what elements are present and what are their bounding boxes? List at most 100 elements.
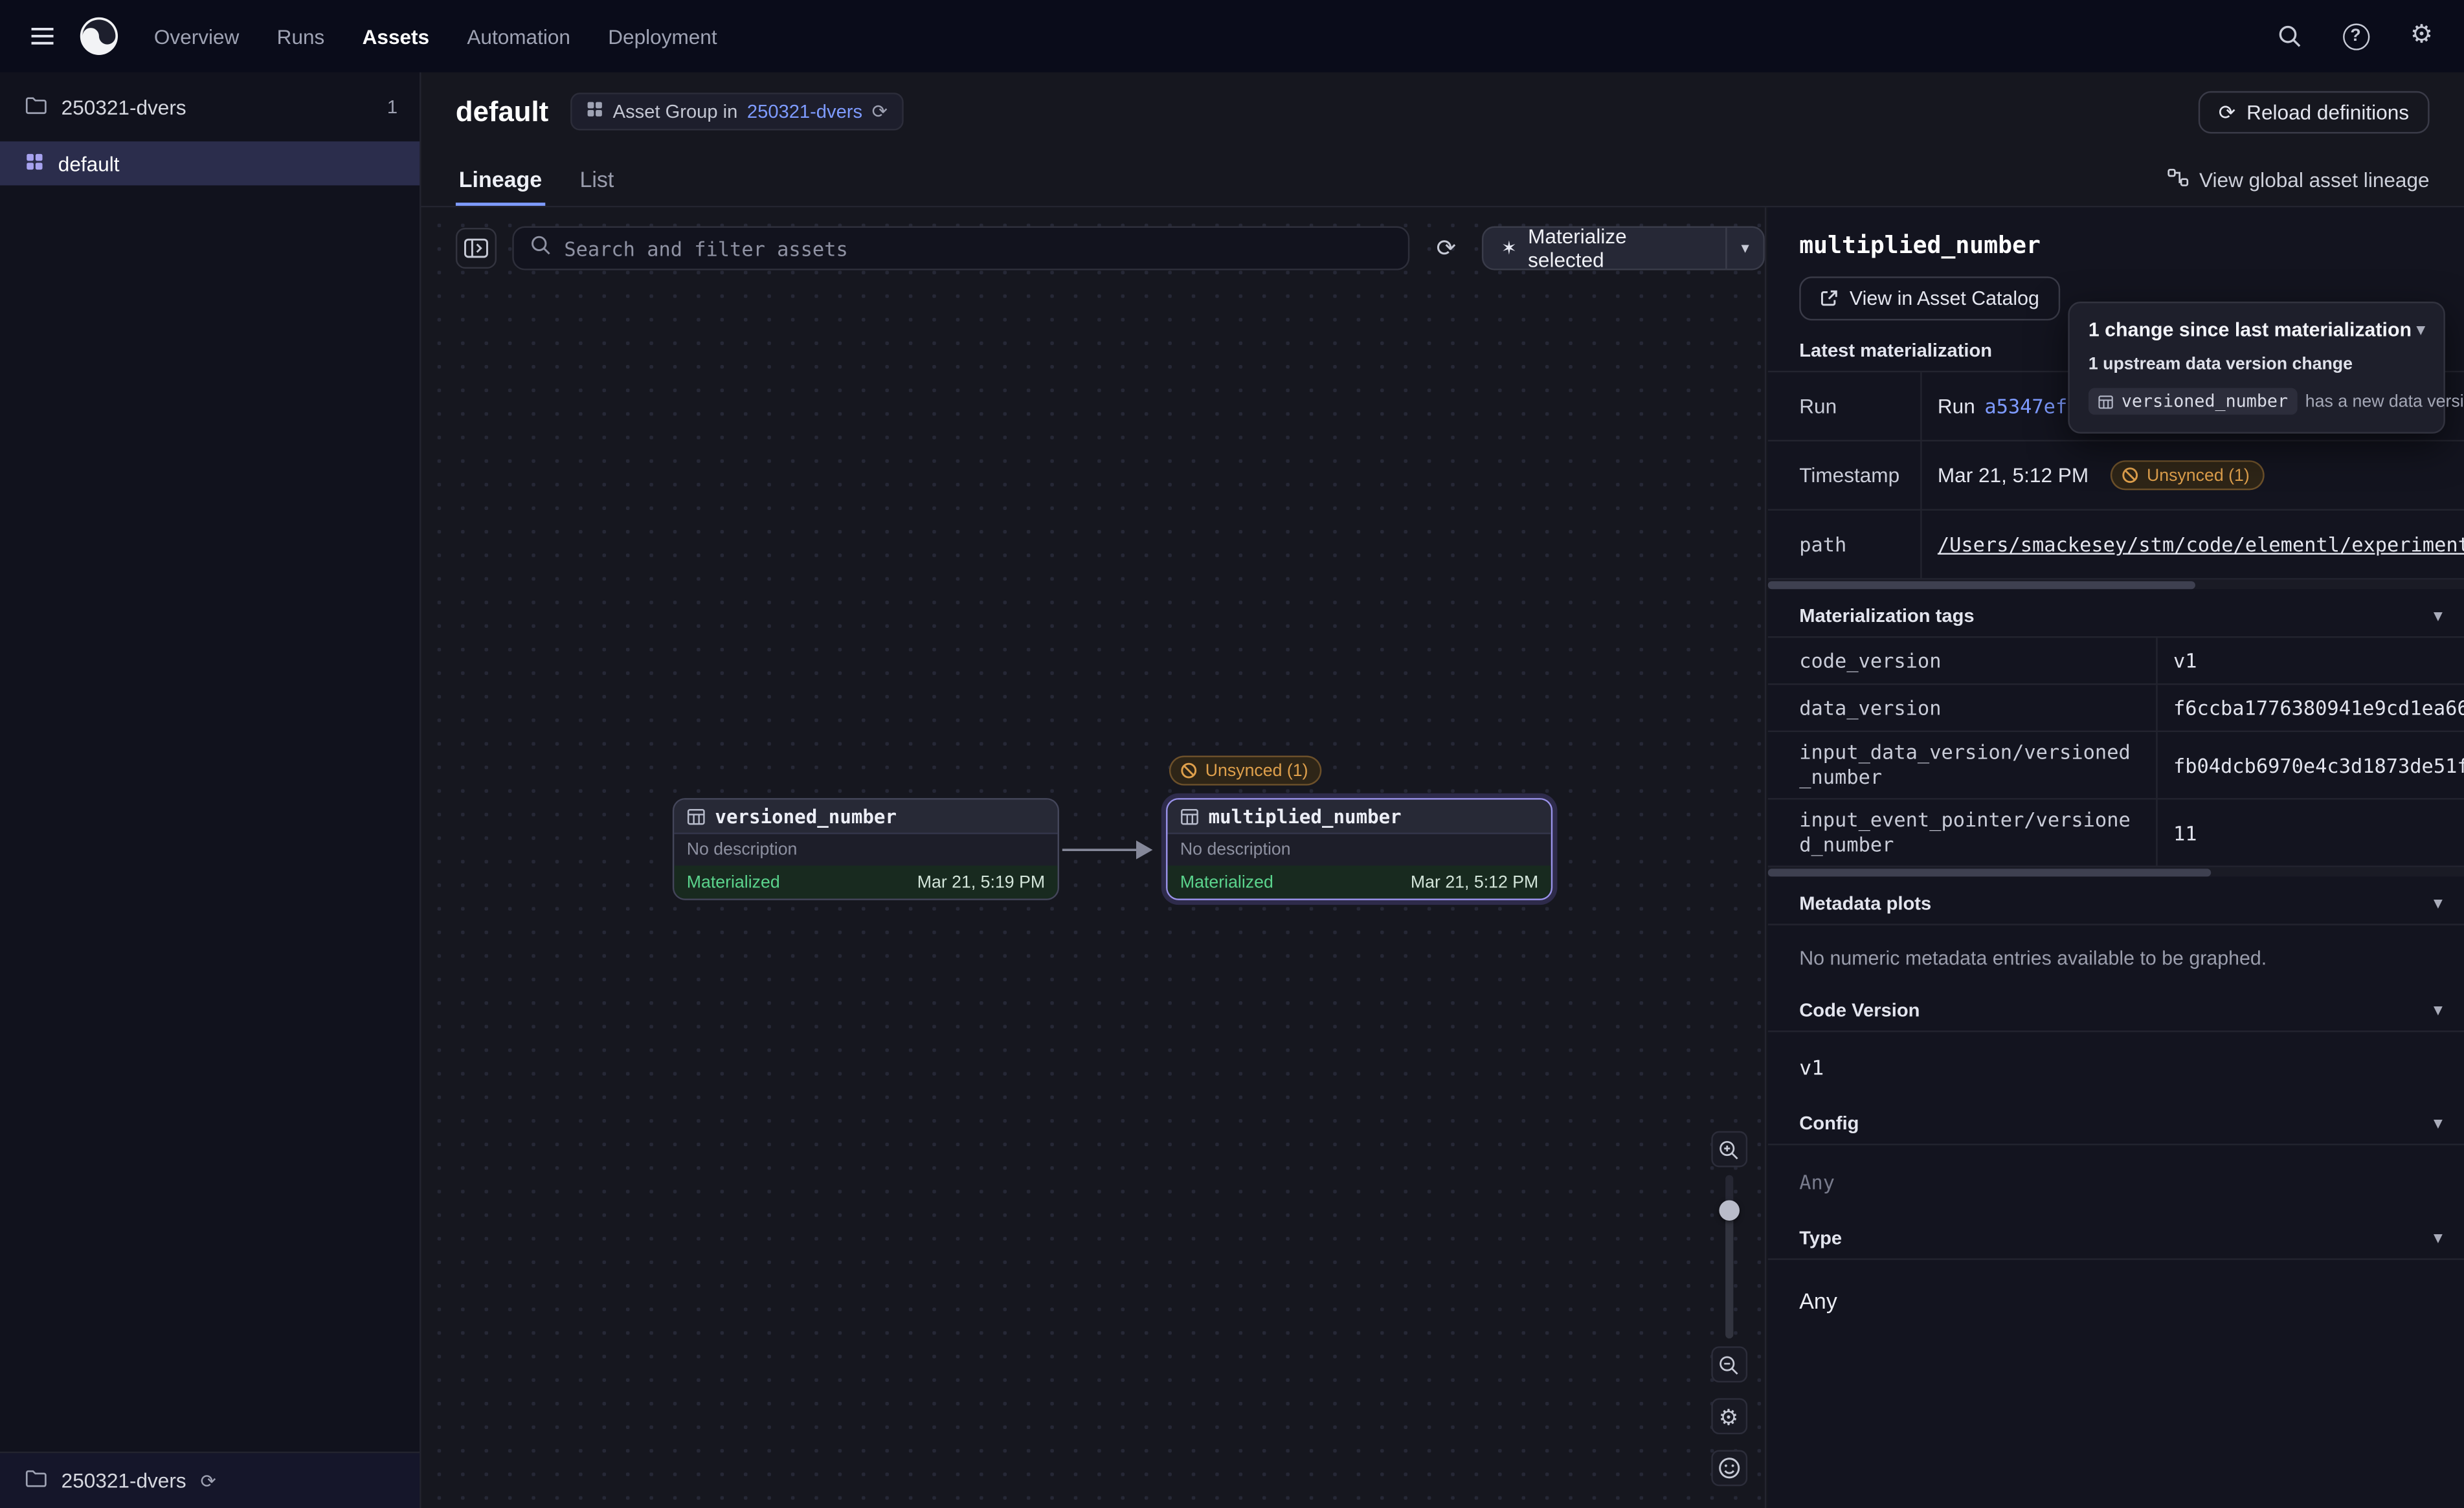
- section-config[interactable]: Config ▾: [1768, 1103, 2464, 1146]
- top-nav: Overview Runs Assets Automation Deployme…: [0, 0, 2464, 72]
- asset-chip-label: versioned_number: [2122, 391, 2288, 412]
- materialize-dropdown-caret[interactable]: ▾: [1725, 228, 1763, 269]
- materialized-status: Materialized: [1180, 872, 1273, 891]
- table-icon: [687, 806, 706, 825]
- tabs-row: Lineage List View global asset lineage: [421, 151, 2464, 207]
- section-heading: Latest materialization: [1799, 339, 1992, 361]
- asset-group-badge[interactable]: Asset Group in 250321-dvers ⟳: [570, 93, 903, 130]
- unsynced-badge[interactable]: Unsynced (1): [1169, 756, 1322, 786]
- materialize-selected-button[interactable]: ✶ Materialize selected ▾: [1483, 227, 1765, 271]
- asset-chip-versioned-number[interactable]: versioned_number: [2089, 388, 2298, 415]
- tab-list[interactable]: List: [577, 154, 618, 206]
- feedback-button[interactable]: [1710, 1450, 1747, 1486]
- sidebar-item-default[interactable]: default: [0, 141, 420, 185]
- nav-item-deployment[interactable]: Deployment: [608, 25, 717, 48]
- asset-group-icon: [586, 100, 603, 122]
- badge-group-link[interactable]: 250321-dvers: [747, 100, 862, 122]
- section-type[interactable]: Type ▾: [1768, 1217, 2464, 1260]
- page-title: default: [456, 95, 548, 128]
- primary-nav: Overview Runs Assets Automation Deployme…: [154, 25, 717, 48]
- nav-item-automation[interactable]: Automation: [467, 25, 570, 48]
- tab-lineage[interactable]: Lineage: [456, 154, 545, 206]
- refresh-graph-button[interactable]: ⟳: [1426, 228, 1466, 269]
- tag-key: data_version: [1768, 685, 2156, 730]
- asset-node-multiplied-number[interactable]: multiplied_number No description Materia…: [1166, 798, 1552, 900]
- section-heading: Config: [1799, 1113, 1859, 1135]
- zoom-out-button[interactable]: [1710, 1346, 1747, 1382]
- zoom-slider-handle[interactable]: [1718, 1200, 1739, 1221]
- view-global-asset-lineage-link[interactable]: View global asset lineage: [2166, 168, 2430, 206]
- unsynced-badge-label: Unsynced (1): [2147, 466, 2250, 485]
- zoom-out-icon: [1718, 1353, 1740, 1375]
- zoom-controls: ⚙: [1707, 1131, 1751, 1487]
- horizontal-scrollbar[interactable]: [1768, 867, 2464, 877]
- help-icon[interactable]: ?: [2335, 16, 2376, 56]
- tag-value: 11: [2156, 799, 2464, 865]
- reload-icon: ⟳: [2219, 102, 2235, 122]
- reload-definitions-button[interactable]: ⟳ Reload definitions: [2198, 91, 2429, 133]
- unsynced-badge[interactable]: Unsynced (1): [2111, 460, 2263, 490]
- scrollbar-thumb[interactable]: [1768, 868, 2211, 876]
- table-icon: [2098, 394, 2113, 409]
- section-materialization-tags[interactable]: Materialization tags ▾: [1768, 595, 2464, 638]
- materialization-tags-table: code_version v1 data_version f6ccba17763…: [1768, 638, 2464, 867]
- graph-settings-button[interactable]: ⚙: [1710, 1398, 1747, 1434]
- circle-slash-icon: [1180, 762, 1198, 779]
- gear-icon[interactable]: ⚙: [2401, 16, 2442, 56]
- asset-node-header: versioned_number: [674, 799, 1057, 834]
- section-metadata-plots[interactable]: Metadata plots ▾: [1768, 883, 2464, 926]
- nav-item-runs[interactable]: Runs: [277, 25, 325, 48]
- materialized-timestamp: Mar 21, 5:12 PM: [1411, 872, 1538, 891]
- zoom-in-button[interactable]: [1710, 1131, 1747, 1168]
- lineage-canvas[interactable]: ⟳ ✶ Materialize selected ▾ Unsynced (1) …: [421, 207, 1767, 1508]
- sidebar-footer-code-location[interactable]: 250321-dvers ⟳: [0, 1452, 420, 1508]
- reload-definitions-label: Reload definitions: [2246, 100, 2409, 123]
- chevron-down-icon: ▾: [2434, 1001, 2442, 1019]
- zoom-slider-fill: [1725, 1206, 1732, 1338]
- hamburger-icon[interactable]: [22, 16, 63, 56]
- panel-asset-title: multiplied_number: [1799, 232, 2464, 259]
- row-key: Run: [1768, 372, 1920, 439]
- folder-icon: [25, 1469, 47, 1492]
- zoom-slider[interactable]: [1710, 1175, 1747, 1338]
- horizontal-scrollbar[interactable]: [1768, 580, 2464, 590]
- asset-description: No description: [674, 834, 1057, 866]
- scrollbar-thumb[interactable]: [1768, 581, 2195, 588]
- code-version-value: v1: [1799, 1058, 2464, 1081]
- chevron-down-icon: ▾: [2434, 1114, 2442, 1132]
- config-value: Any: [1799, 1170, 2464, 1193]
- catalog-button-label: View in Asset Catalog: [1850, 287, 2039, 309]
- materialization-path-link[interactable]: /Users/smackesey/stm/code/elementl/exper…: [1938, 533, 2464, 556]
- app-window: Overview Runs Assets Automation Deployme…: [0, 0, 2464, 1508]
- code-location-label: 250321-dvers: [62, 1469, 186, 1492]
- materialized-timestamp: Mar 21, 5:19 PM: [917, 872, 1045, 891]
- nav-item-overview[interactable]: Overview: [154, 25, 240, 48]
- gear-icon: ⚙: [1719, 1405, 1738, 1427]
- search-input[interactable]: [564, 236, 1393, 260]
- popup-chip-suffix: has a new data version: [2305, 392, 2464, 411]
- panel-toggle-button[interactable]: [456, 228, 497, 269]
- nav-item-assets[interactable]: Assets: [363, 25, 430, 48]
- tag-value: v1: [2156, 638, 2464, 683]
- global-lineage-label: View global asset lineage: [2199, 168, 2430, 192]
- asset-node-versioned-number[interactable]: versioned_number No description Material…: [673, 798, 1059, 900]
- asset-node-footer: Materialized Mar 21, 5:12 PM: [1167, 865, 1551, 898]
- asset-search-box: [512, 227, 1410, 271]
- chevron-down-icon: ▾: [2434, 1229, 2442, 1247]
- sync-icon[interactable]: ⟳: [200, 1471, 216, 1490]
- asset-name: multiplied_number: [1209, 805, 1402, 827]
- dagster-logo[interactable]: [78, 16, 119, 56]
- run-id-link[interactable]: a5347ef7: [1984, 394, 2079, 417]
- asset-node-footer: Materialized Mar 21, 5:19 PM: [674, 865, 1057, 898]
- gear-glyph: ⚙: [2410, 23, 2433, 49]
- badge-prefix: Asset Group in: [613, 100, 738, 122]
- section-code-version[interactable]: Code Version ▾: [1768, 990, 2464, 1032]
- chevron-down-icon[interactable]: ▾: [2417, 321, 2425, 338]
- popup-subtitle: 1 upstream data version change: [2089, 355, 2425, 374]
- sidebar-group-250321-dvers[interactable]: 250321-dvers 1: [0, 85, 420, 129]
- unsynced-badge-label: Unsynced (1): [1205, 761, 1308, 780]
- view-in-asset-catalog-button[interactable]: View in Asset Catalog: [1799, 276, 2059, 320]
- search-icon[interactable]: [2269, 16, 2310, 56]
- table-row: input_event_pointer/versioned_number 11: [1768, 799, 2464, 867]
- table-row: input_data_version/versioned_number fb04…: [1768, 732, 2464, 799]
